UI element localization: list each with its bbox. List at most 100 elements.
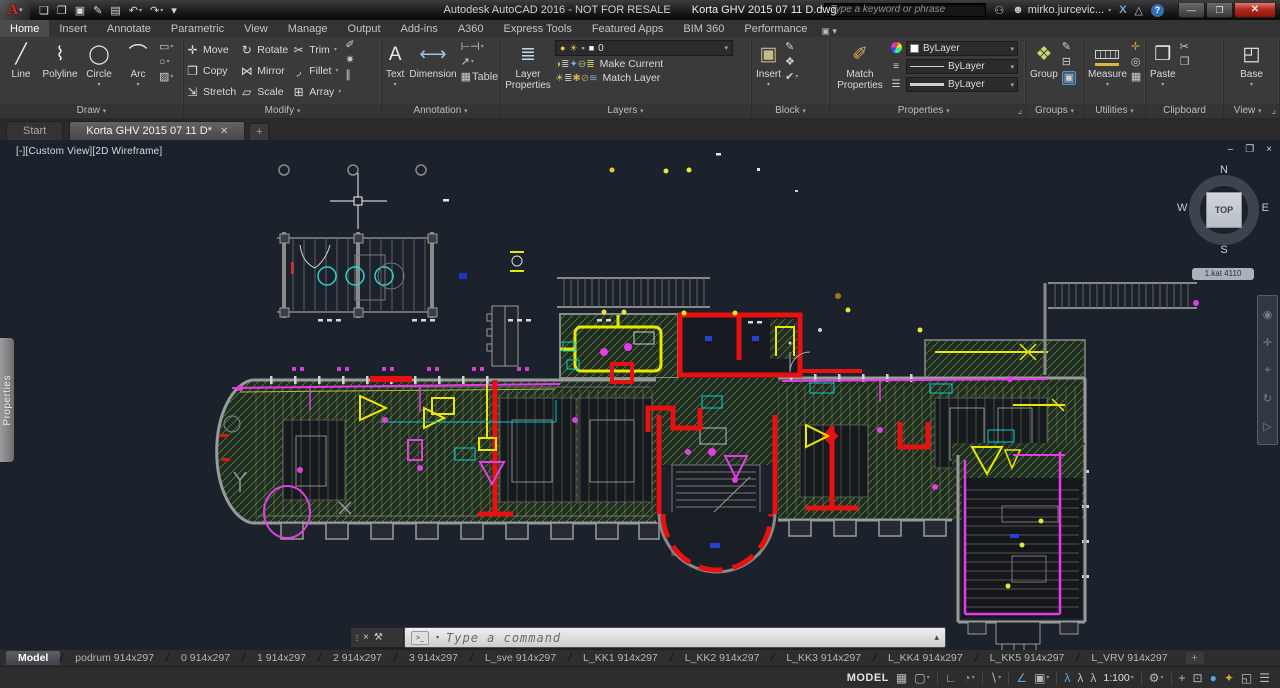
quick-calc-icon[interactable]: ▦	[1131, 71, 1141, 83]
make-current-button[interactable]: Make Current	[600, 58, 664, 70]
annotation-scale-icon[interactable]: λ	[1090, 671, 1096, 685]
recent-commands-icon[interactable]: ▴	[934, 632, 939, 643]
layout-tab-l-kk4-914x297[interactable]: L_KK4 914x297	[876, 651, 975, 665]
isolate-objects-icon[interactable]: ✦	[1224, 671, 1234, 685]
ribbon-tab-manage[interactable]: Manage	[278, 20, 338, 37]
panel-label-block[interactable]: Block ▾	[752, 104, 829, 118]
annotation-visibility-icon[interactable]: λ	[1064, 671, 1070, 685]
ribbon-tab-home[interactable]: Home	[0, 20, 50, 37]
layout-tab-l-vrv-914x297[interactable]: L_VRV 914x297	[1079, 651, 1179, 665]
scale-value[interactable]: 1:100 ▾	[1103, 672, 1133, 684]
layer-on-all-icon[interactable]: ☀	[555, 73, 564, 84]
array-button[interactable]: ⊞ Array ▾	[292, 81, 342, 102]
explode-icon[interactable]: ✷	[345, 54, 354, 66]
layout-tab-model[interactable]: Model	[6, 651, 61, 665]
zoom-icon[interactable]: ⌖	[1264, 364, 1270, 377]
layer-lock-tool-icon[interactable]: ⊖	[578, 59, 586, 70]
viewcube[interactable]: N S W E TOP	[1177, 164, 1269, 256]
orbit-icon[interactable]: ↻	[1263, 392, 1272, 405]
layer-thaw-icon[interactable]: ✱	[572, 73, 580, 84]
create-block-icon[interactable]: ❖	[785, 56, 798, 68]
showmotion-icon[interactable]: ▷	[1263, 420, 1271, 433]
signin-user-button[interactable]: ☻ mirko.jurcevic... ▾	[1012, 4, 1111, 16]
point-style-icon[interactable]: ◎	[1131, 56, 1141, 68]
layer-match-icon[interactable]: ≋	[589, 73, 597, 84]
ribbon-tab-a360[interactable]: A360	[448, 20, 494, 37]
linetype-combo[interactable]: ByLayer ▾	[906, 59, 1018, 74]
polar-tracking-icon[interactable]: ◔ ▾	[963, 671, 974, 685]
command-palette-grip[interactable]: ⁞⁞ × ⚒	[350, 627, 404, 648]
ribbon-tab-performance[interactable]: Performance	[734, 20, 817, 37]
a360-icon[interactable]: △	[1135, 4, 1143, 17]
exchange-apps-icon[interactable]: X	[1119, 4, 1126, 16]
fillet-button[interactable]: ◞ Fillet ▾	[292, 60, 341, 81]
group-button[interactable]: ❖ Group	[1028, 39, 1060, 81]
redo-icon[interactable]: ↷ ▾	[147, 4, 166, 17]
circle-button[interactable]: ◯ Circle ▾	[80, 39, 118, 92]
viewport-controls-label[interactable]: [-][Custom View][2D Wireframe]	[16, 146, 162, 157]
ribbon-tab-output[interactable]: Output	[338, 20, 391, 37]
save-icon[interactable]: ▣	[72, 4, 88, 17]
layout-tab-l-kk1-914x297[interactable]: L_KK1 914x297	[571, 651, 670, 665]
ucs-view-badge[interactable]: 1.kat 4110	[1192, 268, 1254, 280]
panel-label-utilities[interactable]: Utilities ▾	[1084, 104, 1145, 118]
panel-label-draw[interactable]: Draw ▾	[0, 104, 183, 118]
rectangle-icon[interactable]: ▭ ▾	[159, 41, 173, 53]
command-input[interactable]: >_ ▾ Type a command ▴	[404, 627, 946, 648]
dimension-button[interactable]: ⟷ Dimension	[407, 39, 458, 81]
copy-clip-icon[interactable]: ❐	[1180, 56, 1190, 68]
panel-launcher-icon[interactable]: ⌟	[1017, 104, 1022, 117]
new-drawing-tab-button[interactable]: +	[249, 123, 270, 140]
panel-label-groups[interactable]: Groups ▾	[1026, 104, 1083, 118]
cut-icon[interactable]: ✂	[1180, 41, 1190, 53]
object-color-combo[interactable]: ByLayer ▾	[906, 41, 1018, 56]
ribbon-tab-parametric[interactable]: Parametric	[161, 20, 234, 37]
dimension-linear-icon[interactable]: ⊢⊣ ▾	[461, 41, 499, 53]
viewcube-south[interactable]: S	[1180, 244, 1268, 256]
plot-icon[interactable]: ▤	[107, 4, 123, 17]
units-icon[interactable]: ⊡	[1193, 671, 1203, 685]
text-button[interactable]: A Text ▾	[384, 39, 406, 92]
chevron-down-icon[interactable]: ▾	[436, 634, 439, 641]
model-space-toggle[interactable]: MODEL	[847, 672, 889, 684]
file-tab-document[interactable]: Korta GHV 2015 07 11 D* ✕	[69, 121, 246, 140]
minimize-button[interactable]: —	[1178, 2, 1205, 18]
ribbon-tab-featured-apps[interactable]: Featured Apps	[582, 20, 674, 37]
grid-icon[interactable]: ▦	[896, 671, 907, 685]
layout-tab-0-914x297[interactable]: 0 914x297	[169, 651, 242, 665]
viewport-minimize-icon[interactable]: –	[1228, 144, 1234, 155]
panel-launcher-icon[interactable]: ⌟	[1271, 104, 1276, 117]
ribbon-display-toggle-icon[interactable]: ▣ ▾	[821, 26, 837, 37]
search-binoculars-icon[interactable]: ⚇	[994, 4, 1004, 17]
steering-wheel-icon[interactable]: ◉	[1263, 308, 1273, 321]
ribbon-tab-add-ins[interactable]: Add-ins	[391, 20, 448, 37]
properties-palette-tab[interactable]: Properties	[0, 338, 14, 462]
viewport-close-icon[interactable]: ×	[1266, 144, 1272, 155]
layer-freeze-icon[interactable]: ✦	[569, 59, 577, 70]
snap-icon[interactable]: ▢ ▾	[914, 671, 929, 685]
layer-make-current-icon[interactable]: ≣	[586, 59, 594, 70]
panel-label-view[interactable]: View ▾ ⌟	[1224, 104, 1279, 118]
panel-label-clipboard[interactable]: Clipboard	[1146, 104, 1223, 118]
mirror-button[interactable]: ⋈ Mirror	[240, 60, 288, 81]
layout-tab-l-sve-914x297[interactable]: L_sve 914x297	[473, 651, 568, 665]
file-tab-start[interactable]: Start	[6, 121, 64, 140]
base-view-button[interactable]: ◰ Base ▾	[1238, 39, 1265, 92]
workspace-gear-icon[interactable]: ⚙ ▾	[1149, 671, 1164, 685]
isodraft-icon[interactable]: ∖ ▾	[990, 671, 1002, 685]
viewport-restore-icon[interactable]: ❐	[1245, 144, 1254, 155]
pan-icon[interactable]: ✛	[1263, 336, 1272, 349]
ellipse-icon[interactable]: ○ ▾	[159, 56, 173, 68]
help-search-input[interactable]: Type a keyword or phrase	[824, 3, 987, 17]
viewcube-top-face[interactable]: TOP	[1206, 192, 1242, 228]
edit-block-icon[interactable]: ✎	[785, 41, 798, 53]
block-attributes-icon[interactable]: ✔ ▾	[785, 71, 798, 83]
panel-label-modify[interactable]: Modify ▾	[184, 104, 381, 118]
paste-button[interactable]: ❒ Paste ▾	[1148, 39, 1178, 92]
close-command-icon[interactable]: ×	[363, 632, 369, 643]
undo-icon[interactable]: ↶ ▾	[126, 4, 145, 17]
panel-label-properties[interactable]: Properties ▾ ⌟	[830, 104, 1025, 118]
ribbon-tab-insert[interactable]: Insert	[49, 20, 97, 37]
insert-button[interactable]: ▣ Insert ▾	[754, 39, 783, 92]
layout-tab-l-kk5-914x297[interactable]: L_KK5 914x297	[978, 651, 1077, 665]
